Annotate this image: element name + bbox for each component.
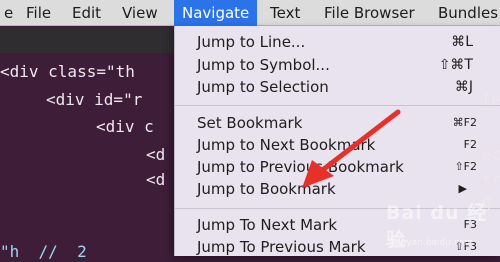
- menu-separator: [175, 105, 500, 106]
- menu-item-jump-to-previous-mark[interactable]: Jump To Previous Mark: [197, 236, 366, 258]
- shortcut-label: ⇧F2: [454, 160, 477, 173]
- code-fragment: le: [482, 90, 500, 109]
- watermark-url: jingyan.baidu.com: [390, 238, 474, 248]
- shortcut-label: ⌘F2: [452, 116, 477, 129]
- code-line: <div id="r: [46, 90, 143, 109]
- menu-item-jump-to-line[interactable]: Jump to Line...: [197, 31, 305, 53]
- submenu-chevron-icon: ▶: [458, 182, 467, 195]
- menu-app[interactable]: e: [4, 0, 13, 26]
- menu-file[interactable]: File: [26, 0, 51, 26]
- menu-bundles[interactable]: Bundles: [438, 0, 498, 26]
- shortcut-label: F2: [463, 138, 477, 151]
- shortcut-label: ⇧⌘T: [438, 57, 473, 73]
- code-line: "h // 2: [0, 242, 87, 261]
- code-line: <div class="th: [0, 62, 135, 81]
- menu-edit[interactable]: Edit: [72, 0, 101, 26]
- shortcut-label: ⌘L: [451, 34, 473, 50]
- menu-bar: e File Edit View Navigate Text File Brow…: [0, 0, 500, 26]
- red-annotation-arrow-icon: [302, 109, 401, 188]
- menu-file-browser[interactable]: File Browser: [324, 0, 415, 26]
- code-line: <d: [146, 170, 166, 189]
- menu-view[interactable]: View: [122, 0, 158, 26]
- menu-item-jump-to-symbol[interactable]: Jump to Symbol...: [197, 54, 330, 76]
- menu-item-set-bookmark[interactable]: Set Bookmark: [197, 112, 302, 134]
- menu-item-jump-to-next-mark[interactable]: Jump To Next Mark: [197, 214, 337, 236]
- menu-navigate[interactable]: Navigate: [174, 0, 258, 26]
- shortcut-label: ⌘J: [454, 79, 473, 95]
- menu-item-jump-to-selection[interactable]: Jump to Selection: [197, 76, 329, 98]
- code-line: <div c: [96, 117, 154, 136]
- code-fragment: tr: [482, 170, 500, 189]
- code-line: <d: [146, 145, 166, 164]
- code-fragment: ec: [482, 145, 500, 164]
- menu-text[interactable]: Text: [270, 0, 300, 26]
- baidu-watermark: Bai du 经验 jingyan.baidu.com: [384, 198, 500, 254]
